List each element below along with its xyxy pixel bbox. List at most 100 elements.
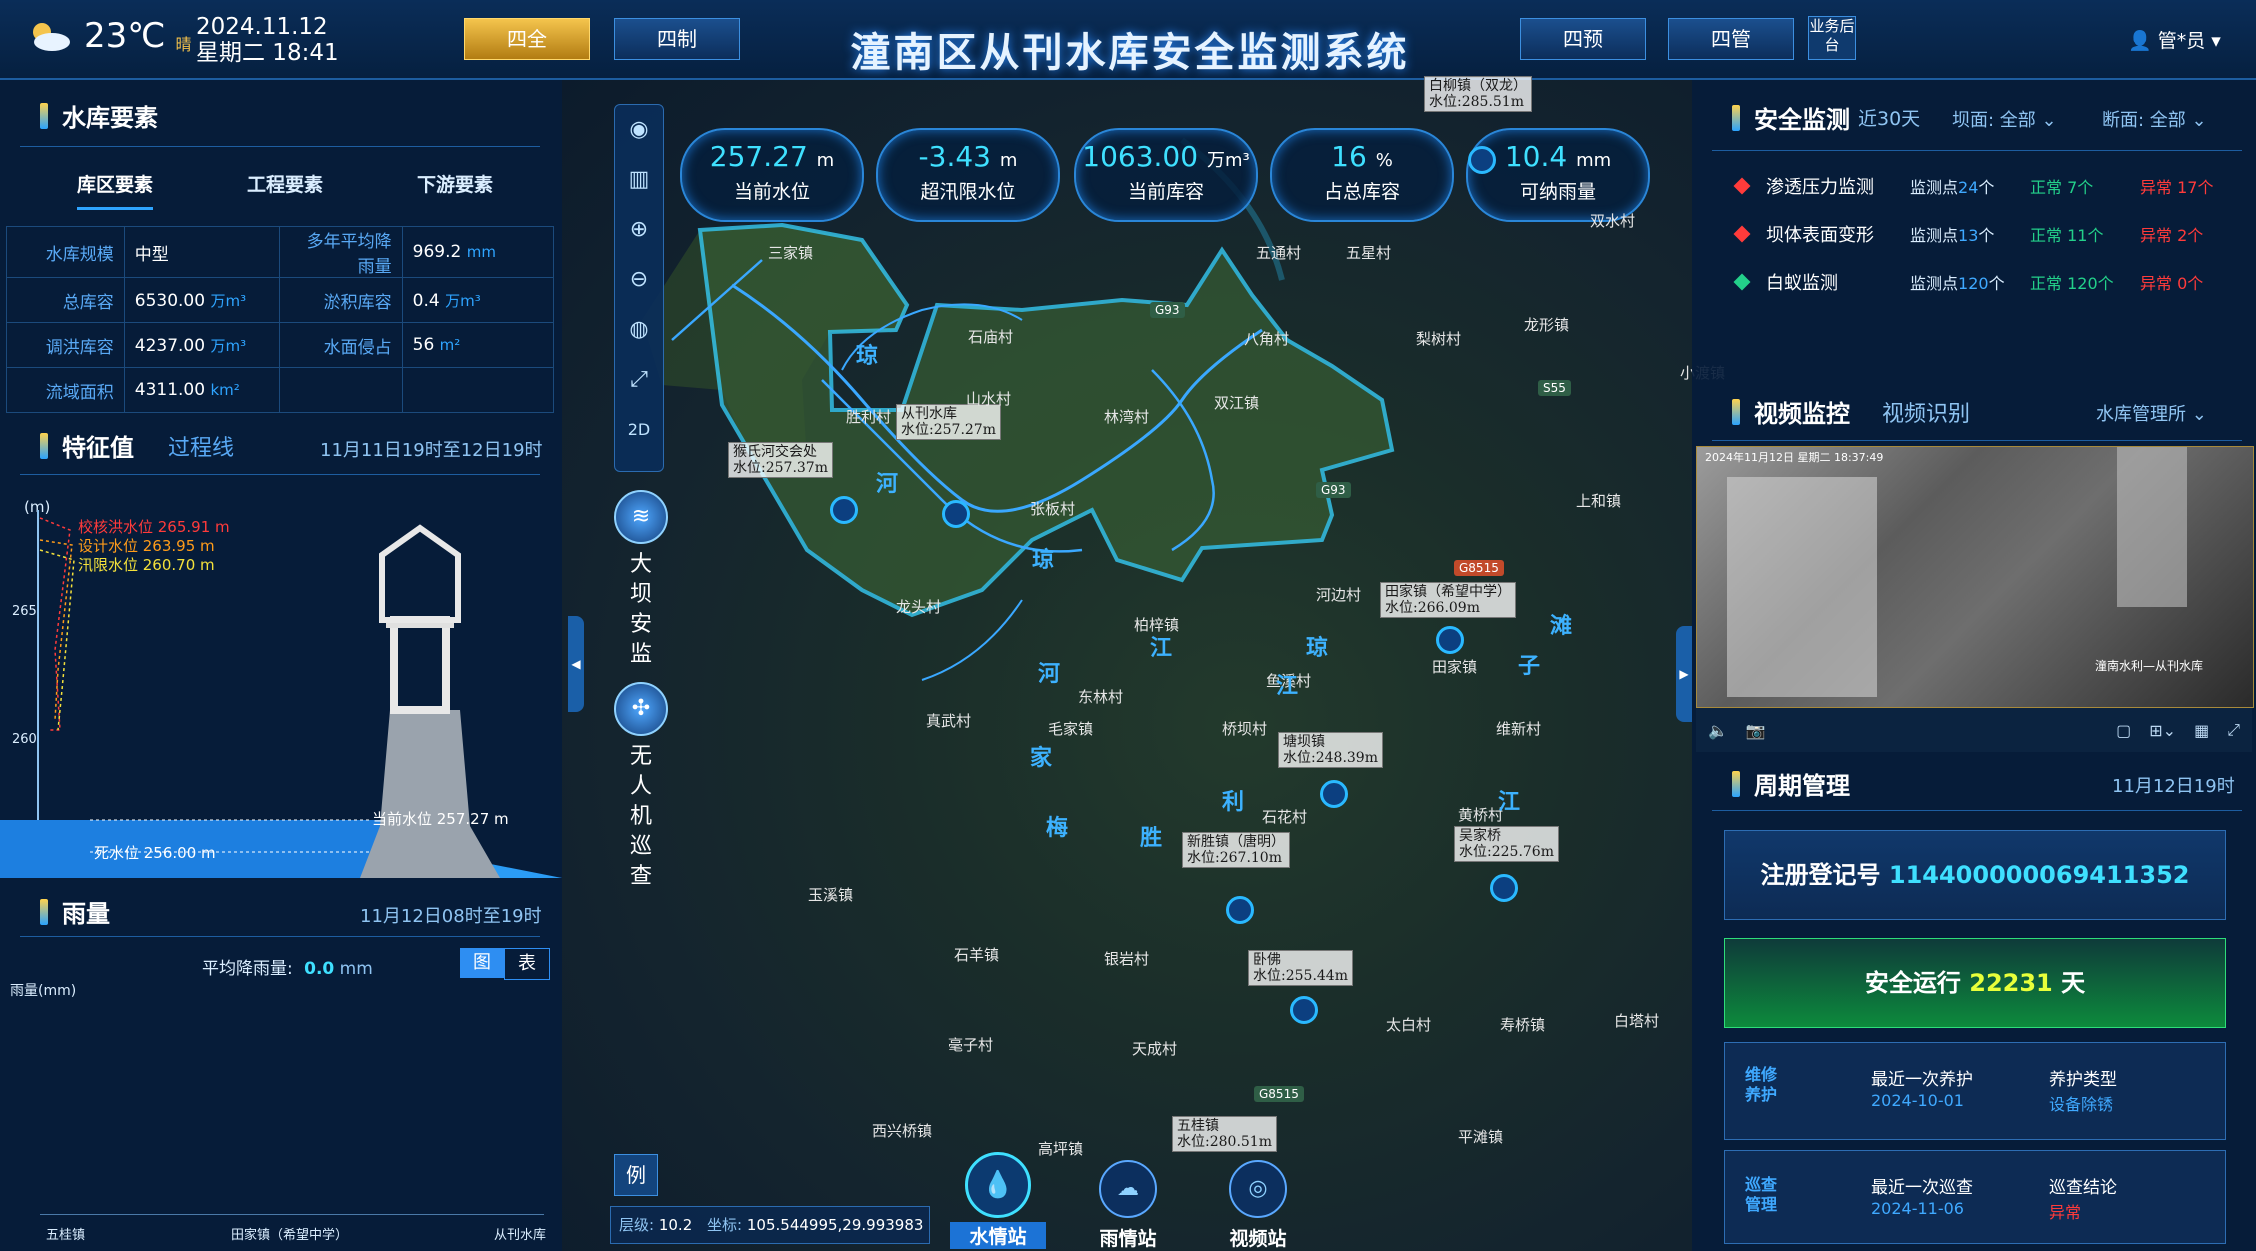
station-label[interactable]: 塘坝镇 水位:248.39m (1278, 732, 1383, 768)
nav-sizhi-button[interactable]: 四制 (614, 18, 740, 60)
nav-siquan-button[interactable]: 四全 (464, 18, 590, 60)
stat-label: 可纳雨量 (1519, 181, 1596, 203)
level-value: 10.2 (658, 1216, 693, 1234)
patrol-result: 异常 (2049, 1203, 2082, 1222)
split-screen-icon[interactable]: ⊞⌄ (2149, 721, 2176, 740)
cell-key (278, 367, 403, 413)
stat-value: 16 % (1331, 140, 1393, 173)
road-badge: G93 (1150, 302, 1185, 318)
place-label: 玉溪镇 (808, 886, 854, 904)
rain-cloud-icon: ☁ (1099, 1160, 1157, 1218)
list-item[interactable]: 白蚁监测 监测点120个 正常 120个 异常 0个 (1718, 258, 2248, 306)
river-label: 滩 (1550, 614, 1573, 639)
nav-siguan-button[interactable]: 四管 (1668, 18, 1794, 60)
section-title: 水库要素 (62, 104, 158, 132)
station-label[interactable]: 从刊水库 水位:257.27m (896, 404, 1001, 440)
cell-value: 0.4 万m³ (401, 277, 555, 323)
river-label: 利 (1222, 790, 1245, 815)
station-marker[interactable] (830, 496, 858, 524)
video-station-button[interactable]: ◎ 视频站 (1210, 1160, 1306, 1251)
station-marker[interactable] (1290, 996, 1318, 1024)
drone-patrol-button[interactable]: ✣ 无人机巡查 (614, 682, 668, 898)
station-label[interactable]: 吴家桥 水位:225.76m (1454, 826, 1559, 862)
river-label: 子 (1518, 654, 1541, 679)
zoom-in-icon[interactable]: ⊕ (615, 205, 663, 255)
list-item[interactable]: 坝体表面变形 监测点13个 正常 11个 异常 2个 (1718, 210, 2248, 258)
tab-process-line[interactable]: 过程线 (168, 430, 234, 462)
section-filter[interactable]: 断面: 全部 ⌄ (2102, 106, 2207, 132)
globe-icon[interactable]: ◉ (615, 105, 663, 155)
station-label[interactable]: 田家镇（希望中学） 水位:266.09m (1380, 582, 1516, 618)
tab-downstream[interactable]: 下游要素 (417, 170, 493, 210)
status-diamond-icon (1733, 273, 1751, 291)
fullscreen-icon[interactable]: ⤢ (2227, 720, 2240, 740)
river-label: 琼 (1032, 548, 1055, 573)
collapse-right-button[interactable]: ▶ (1676, 626, 1692, 722)
stat-value: 1063.00 万m³ (1082, 140, 1250, 173)
cell-value: 6530.00 万m³ (123, 277, 280, 323)
river-label: 琼 (856, 344, 879, 369)
station-label[interactable]: 新胜镇（唐明） 水位:267.10m (1182, 832, 1290, 868)
toggle-chart[interactable]: 图 (460, 948, 504, 978)
water-station-button[interactable]: 💧 水情站 (950, 1152, 1046, 1249)
video-pillar-shape (2117, 447, 2187, 607)
station-label[interactable]: 五桂镇 水位:280.51m (1172, 1116, 1277, 1152)
user-menu[interactable]: 👤 管*员 ▾ (2128, 26, 2221, 53)
maintenance-box[interactable]: 维修养护 最近一次养护 2024-10-01 养护类型 设备除锈 (1724, 1042, 2226, 1140)
grid-icon[interactable]: ▦ (2194, 721, 2209, 740)
station-marker[interactable] (1226, 896, 1254, 924)
window-icon[interactable]: ▢ (2116, 721, 2131, 740)
collapse-left-button[interactable]: ◀ (568, 616, 584, 712)
status-diamond-icon (1733, 177, 1751, 195)
station-marker[interactable] (1320, 780, 1348, 808)
chevron-down-icon: ⌄ (2191, 404, 2207, 425)
river-label: 胜 (1140, 826, 1163, 851)
station-marker[interactable] (1468, 146, 1496, 174)
cell-key: 总库容 (6, 277, 125, 323)
2d-view-icon[interactable]: 2D (615, 405, 663, 455)
title-bar-icon (1732, 398, 1740, 425)
list-item[interactable]: 渗透压力监测 监测点24个 正常 7个 异常 17个 (1718, 162, 2248, 210)
place-label: 三家镇 (768, 244, 814, 262)
station-label[interactable]: 猴氏河交会处 水位:257.37m (728, 442, 833, 478)
date: 2024.11.12 (196, 14, 328, 40)
legend-button[interactable]: 例 (614, 1154, 658, 1196)
station-marker[interactable] (1436, 626, 1464, 654)
video-wall-shape (1727, 477, 1877, 697)
video-location-select[interactable]: 水库管理所 ⌄ (2096, 400, 2207, 426)
toggle-table[interactable]: 表 (504, 948, 550, 980)
dam-monitor-button[interactable]: ≋ 大坝安监 (614, 490, 668, 676)
video-channel-name: 潼南水利—从刊水库 (2094, 659, 2203, 673)
water-drop-icon: 💧 (965, 1152, 1031, 1218)
fullscreen-icon[interactable]: ⤢ (615, 355, 663, 405)
place-label: 毛家镇 (1048, 720, 1094, 738)
station-marker[interactable] (1490, 874, 1518, 902)
rain-station-button[interactable]: ☁ 雨情站 (1080, 1160, 1176, 1251)
earth-icon[interactable]: ◍ (615, 305, 663, 355)
stat-label: 当前水位 (733, 181, 810, 203)
cell-value: 4311.00 km² (123, 367, 280, 413)
snapshot-icon[interactable]: 📷 (1746, 721, 1766, 740)
patrol-box[interactable]: 巡查管理 最近一次巡查 2024-11-06 巡查结论 异常 (1724, 1150, 2226, 1244)
days-filter[interactable]: 近30天 (1858, 104, 1920, 131)
tab-video-recognition[interactable]: 视频识别 (1882, 396, 1970, 428)
station-label[interactable]: 卧佛 水位:255.44m (1248, 950, 1353, 986)
map-layer-icon[interactable]: ▥ (615, 155, 663, 205)
tab-engineering[interactable]: 工程要素 (247, 170, 323, 210)
river-label: 琼 (1306, 636, 1329, 661)
volume-icon[interactable]: 🔈 (1708, 721, 1728, 740)
station-marker[interactable] (942, 500, 970, 528)
nav-siyu-button[interactable]: 四预 (1520, 18, 1646, 60)
biz-backend-button[interactable]: 业务后台 (1808, 16, 1856, 60)
dam-monitor-label: 大坝安监 (629, 552, 652, 667)
place-label: 维新村 (1496, 720, 1542, 738)
stat-label: 当前库容 (1127, 181, 1204, 203)
video-feed[interactable]: 2024年11月12日 星期二 18:37:49 潼南水利—从刊水库 (1696, 446, 2254, 708)
dam-face-filter[interactable]: 坝面: 全部 ⌄ (1952, 106, 2057, 132)
maint-type: 设备除锈 (2049, 1095, 2114, 1114)
road-badge: G8515 (1454, 560, 1504, 576)
tab-reservoir-area[interactable]: 库区要素 (76, 170, 153, 210)
station-label[interactable]: 白柳镇（双龙） 水位:285.51m (1424, 76, 1532, 112)
zoom-out-icon[interactable]: ⊖ (615, 255, 663, 305)
place-label: 田家镇 (1432, 658, 1478, 676)
